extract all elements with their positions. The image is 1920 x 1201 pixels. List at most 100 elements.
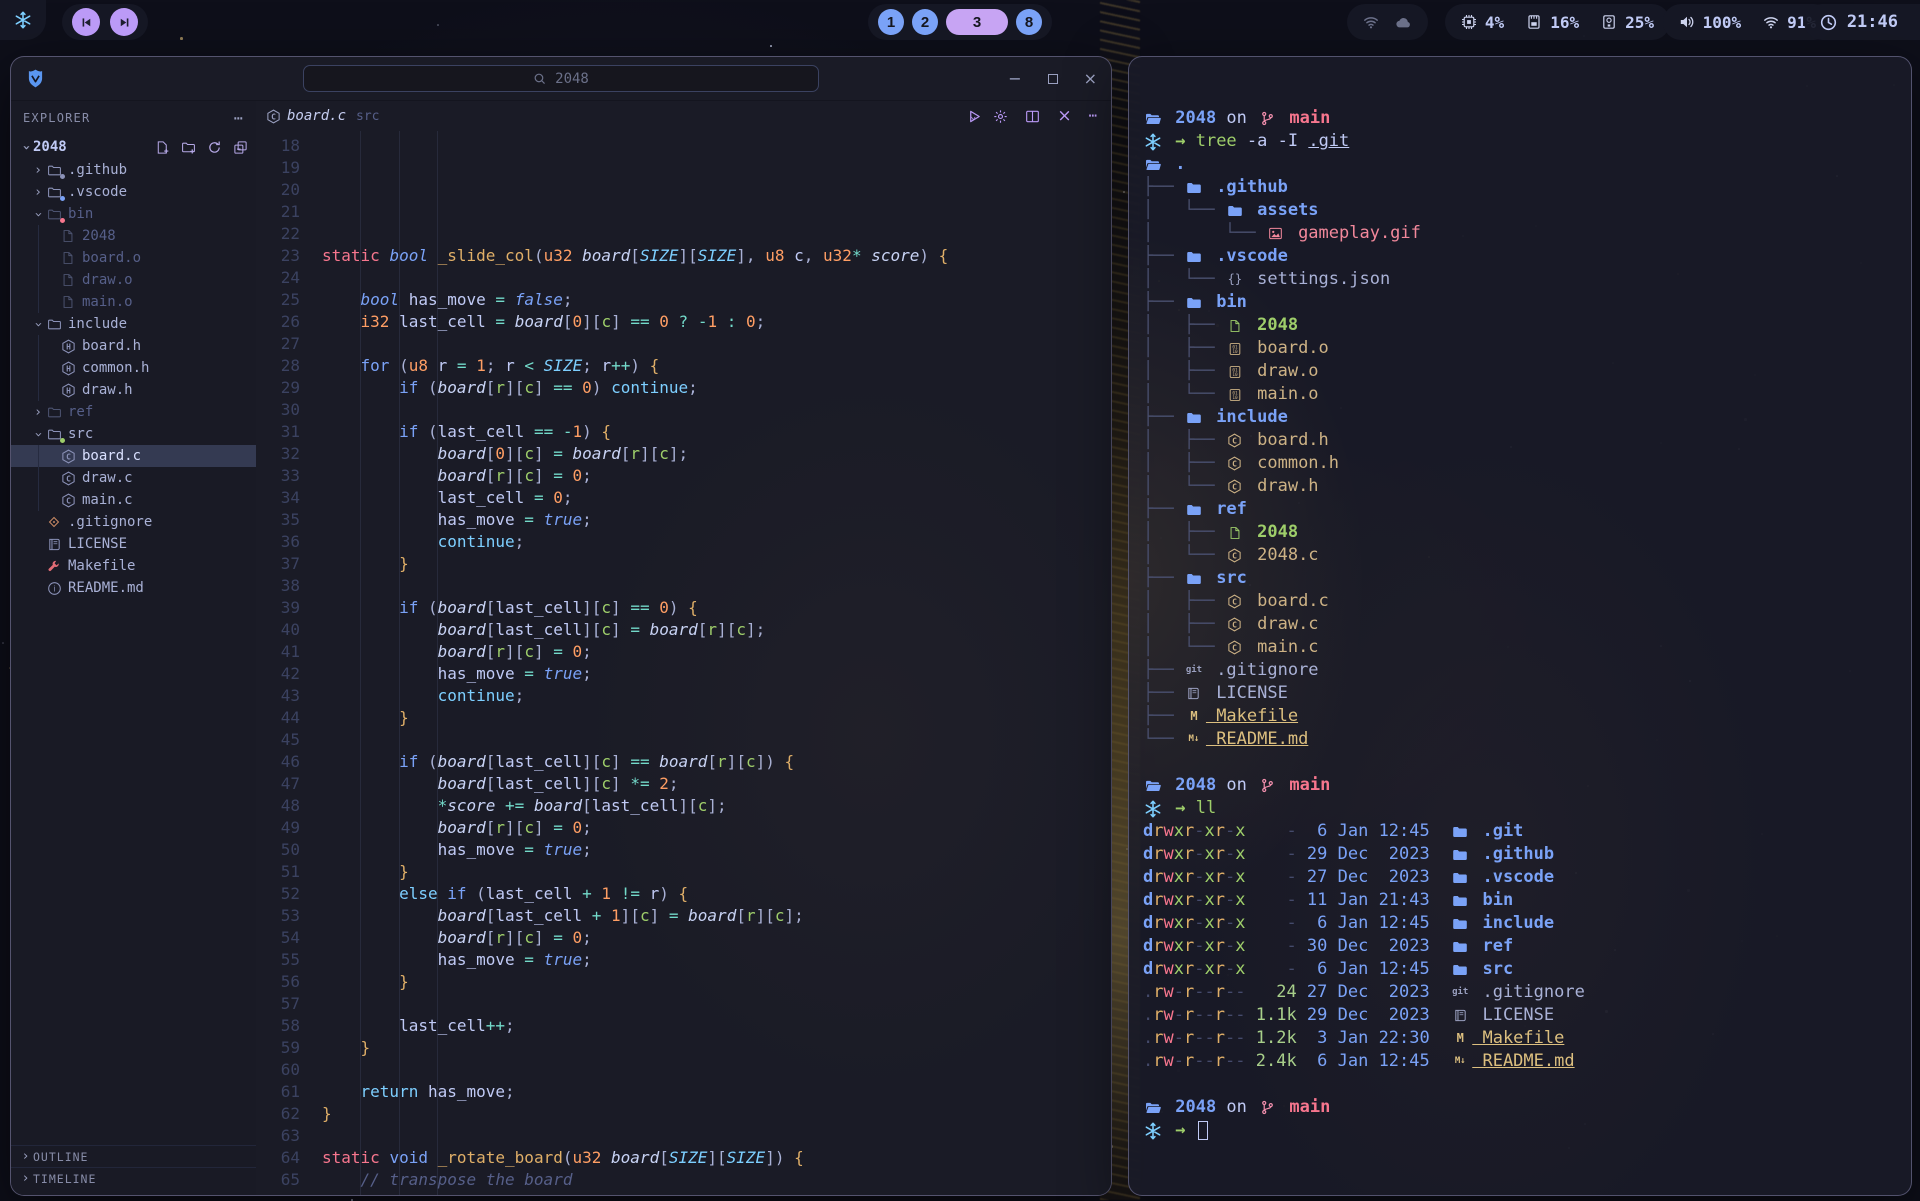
sidebar-item-license[interactable]: LICENSE <box>11 533 256 555</box>
more-actions-button[interactable]: ⋯ <box>1089 108 1097 124</box>
terminal-text <box>1430 866 1450 889</box>
configure-button[interactable] <box>993 109 1008 124</box>
sidebar-item-common-h[interactable]: Hcommon.h <box>11 357 256 379</box>
ll-entry: src <box>1472 958 1513 981</box>
run-dropdown-icon[interactable]: ⌄ <box>970 111 976 122</box>
perm-char: d <box>1143 958 1153 981</box>
code-line: } <box>322 1037 1111 1059</box>
network-indicators[interactable] <box>1347 4 1428 40</box>
perm-char: - <box>1205 1004 1215 1027</box>
sidebar-item-draw-o[interactable]: draw.o <box>11 269 256 291</box>
outline-panel[interactable]: ›OUTLINE <box>11 1145 256 1167</box>
refresh-icon[interactable] <box>207 140 222 155</box>
terminal-window[interactable]: 2048 on main → tree -a -I .git .├── .git… <box>1128 56 1912 1196</box>
workspace-switcher: 1238 <box>868 4 1052 40</box>
terminal-line: 2048 on main <box>1143 774 1911 797</box>
sidebar-item--github[interactable]: ›.github <box>11 159 256 181</box>
perm-char: r <box>1215 912 1225 935</box>
explorer-root-folder[interactable]: › 2048 <box>11 135 256 159</box>
system-stats[interactable]: 4% 16% 25% <box>1445 4 1670 40</box>
run-file-button[interactable]: ⌄ <box>967 109 976 124</box>
minimize-button[interactable]: − <box>1008 71 1021 87</box>
explorer-more-icon[interactable]: ⋯ <box>234 109 244 127</box>
perm-char: w <box>1164 843 1174 866</box>
sidebar-item--gitignore[interactable]: .gitignore <box>11 511 256 533</box>
editor-titlebar[interactable]: ← → 2048 − × <box>11 57 1111 101</box>
snowflake-icon <box>1143 800 1163 818</box>
sidebar-item--vscode[interactable]: ›.vscode <box>11 181 256 203</box>
tree-entry: include <box>1206 406 1288 429</box>
perm-char: d <box>1143 935 1153 958</box>
sidebar-item-readme-md[interactable]: iREADME.md <box>11 577 256 599</box>
collapse-all-icon[interactable] <box>233 140 248 155</box>
sidebar-item-board-o[interactable]: board.o <box>11 247 256 269</box>
terminal-text: ├── <box>1143 705 1184 728</box>
ll-entry: bin <box>1472 889 1513 912</box>
perm-char: r <box>1184 1004 1194 1027</box>
file-size: - <box>1246 935 1297 958</box>
sidebar-item-draw-h[interactable]: Hdraw.h <box>11 379 256 401</box>
perm-char: w <box>1164 1004 1174 1027</box>
terminal-line: ├── .vscode <box>1143 245 1911 268</box>
sidebar-item-ref[interactable]: ›ref <box>11 401 256 423</box>
sidebar-item-main-c[interactable]: Cmain.c <box>11 489 256 511</box>
perm-char: x <box>1235 912 1245 935</box>
perm-char: r <box>1153 820 1163 843</box>
new-file-icon[interactable] <box>155 140 170 155</box>
terminal-output: 2048 on main → tree -a -I .git .├── .git… <box>1129 57 1911 1142</box>
terminal-cursor[interactable] <box>1198 1121 1208 1140</box>
media-prev-button[interactable] <box>72 8 100 36</box>
terminal-line: → ll <box>1143 797 1911 820</box>
root-folder-label: 2048 <box>33 139 67 155</box>
perm-char: w <box>1164 889 1174 912</box>
sidebar-item-src[interactable]: ›src <box>11 423 256 445</box>
command-center-search[interactable]: 2048 <box>303 65 819 92</box>
terminal-line: drwxr-xr-x - 27 Dec 2023 .vscode <box>1143 866 1911 889</box>
terminal-text <box>1430 1004 1450 1027</box>
workspace-2[interactable]: 2 <box>912 9 938 35</box>
code-line: return has_move; <box>322 1081 1111 1103</box>
media-next-button[interactable] <box>110 8 138 36</box>
tab-board-c[interactable]: board.c <box>287 108 346 124</box>
timeline-panel[interactable]: ›TIMELINE <box>11 1167 256 1189</box>
sidebar-item-include[interactable]: ›include <box>11 313 256 335</box>
workspace-3[interactable]: 3 <box>946 9 1008 35</box>
maximize-button[interactable] <box>1048 71 1058 87</box>
split-editor-button[interactable] <box>1025 109 1040 124</box>
clock-widget[interactable]: 21:46 <box>1804 4 1920 40</box>
terminal-line: ├── M Makefile <box>1143 705 1911 728</box>
tree-entry: README.md <box>1206 728 1308 751</box>
terminal-text: │ └── <box>1143 475 1225 498</box>
sidebar-item-board-c[interactable]: Cboard.c <box>11 445 256 467</box>
terminal-text: │ ├── <box>1143 337 1225 360</box>
close-editor-button[interactable]: × <box>1057 106 1071 126</box>
file-size: - <box>1246 889 1297 912</box>
explorer-sidebar: EXPLORER ⋯ › 2048 ›.github›.vscode›bin20… <box>11 101 256 1195</box>
close-button[interactable]: × <box>1084 71 1097 87</box>
sidebar-item-board-h[interactable]: Hboard.h <box>11 335 256 357</box>
code-line: else if (last_cell + 1 != r) { <box>322 883 1111 905</box>
branch-icon <box>1257 111 1277 126</box>
md-txt-icon: M↓ <box>1184 728 1204 751</box>
sidebar-item-bin[interactable]: ›bin <box>11 203 256 225</box>
new-folder-icon[interactable] <box>181 140 196 155</box>
code-line <box>322 267 1111 289</box>
sidebar-item-main-o[interactable]: main.o <box>11 291 256 313</box>
workspace-1[interactable]: 1 <box>878 9 904 35</box>
svg-text:C: C <box>1232 620 1237 629</box>
tree-entry: 2048 <box>1247 521 1298 544</box>
perm-char: r <box>1184 935 1194 958</box>
sidebar-item-draw-c[interactable]: Cdraw.c <box>11 467 256 489</box>
sidebar-item-2048[interactable]: 2048 <box>11 225 256 247</box>
file-icon <box>1225 526 1245 540</box>
skip-forward-icon <box>118 16 131 29</box>
nix-logo-button[interactable] <box>0 0 46 40</box>
file-label: ref <box>68 404 93 420</box>
tree-entry: main.o <box>1247 383 1319 406</box>
sidebar-item-makefile[interactable]: Makefile <box>11 555 256 577</box>
code-editor[interactable]: 1819202122232425262728293031323334353637… <box>256 131 1111 1195</box>
ll-entry: include <box>1472 912 1554 935</box>
code-line: // transpose the board <box>322 1169 1111 1191</box>
perm-char: - <box>1194 866 1204 889</box>
workspace-8[interactable]: 8 <box>1016 9 1042 35</box>
